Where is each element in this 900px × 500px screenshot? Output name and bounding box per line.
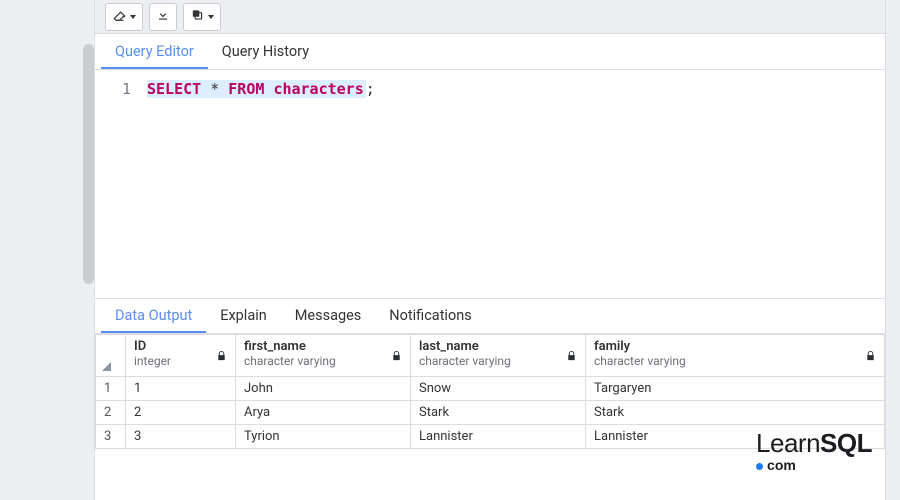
row-number: 1 [96, 377, 126, 401]
logo-text-sql: SQL [820, 428, 872, 458]
lock-icon [865, 349, 876, 362]
cell-id[interactable]: 1 [126, 377, 236, 401]
sql-identifier: characters [273, 80, 363, 98]
download-icon [156, 8, 170, 25]
logo-text-com: com [767, 457, 796, 473]
column-header-last-name[interactable]: last_name character varying [411, 335, 586, 377]
table-row[interactable]: 2 2 Arya Stark Stark [96, 401, 885, 425]
main-panel: Query Editor Query History 1 SELECT * FR… [94, 0, 886, 500]
sql-semicolon: ; [366, 80, 375, 98]
cell-last-name[interactable]: Snow [411, 377, 586, 401]
column-type: character varying [244, 354, 402, 368]
line-number-gutter: 1 [95, 70, 141, 298]
row-number: 2 [96, 401, 126, 425]
sql-keyword: SELECT [147, 80, 201, 98]
line-number: 1 [95, 80, 131, 98]
cell-first-name[interactable]: Arya [236, 401, 411, 425]
table-row[interactable]: 1 1 John Snow Targaryen [96, 377, 885, 401]
column-type: character varying [594, 354, 876, 368]
query-tab-bar: Query Editor Query History [95, 34, 885, 70]
tab-query-history[interactable]: Query History [208, 34, 323, 69]
column-type: integer [134, 354, 227, 368]
cell-family[interactable]: Stark [586, 401, 885, 425]
cell-id[interactable]: 3 [126, 425, 236, 449]
lock-icon [391, 349, 402, 362]
column-header-id[interactable]: ID integer [126, 335, 236, 377]
tab-messages[interactable]: Messages [281, 298, 376, 333]
cell-last-name[interactable]: Lannister [411, 425, 586, 449]
logo-dot-icon [756, 463, 763, 470]
learnsql-logo: LearnSQL com [756, 430, 872, 472]
code-area[interactable]: SELECT * FROM characters ; [141, 70, 885, 298]
column-name: first_name [244, 339, 402, 354]
tab-query-editor[interactable]: Query Editor [101, 34, 208, 69]
column-name: ID [134, 339, 227, 354]
cell-family[interactable]: Targaryen [586, 377, 885, 401]
tab-notifications[interactable]: Notifications [375, 298, 485, 333]
eraser-icon [112, 8, 127, 25]
sql-editor[interactable]: 1 SELECT * FROM characters ; [95, 70, 885, 298]
lock-icon [216, 349, 227, 362]
result-tab-bar: Data Output Explain Messages Notificatio… [95, 298, 885, 334]
right-gutter [886, 0, 900, 500]
chevron-down-icon [208, 15, 214, 19]
column-type: character varying [419, 354, 577, 368]
logo-text-learn: Learn [756, 428, 820, 458]
cell-first-name[interactable]: Tyrion [236, 425, 411, 449]
sql-keyword: FROM [228, 80, 264, 98]
vertical-scroll-thumb[interactable] [83, 44, 94, 284]
cell-id[interactable]: 2 [126, 401, 236, 425]
sql-operator: * [210, 80, 219, 98]
download-button[interactable] [149, 3, 177, 31]
chevron-down-icon [130, 15, 136, 19]
rownum-header[interactable] [96, 335, 126, 377]
column-header-first-name[interactable]: first_name character varying [236, 335, 411, 377]
erase-button[interactable] [105, 3, 143, 31]
copy-button[interactable] [183, 3, 221, 31]
tab-explain[interactable]: Explain [206, 298, 281, 333]
lock-icon [566, 349, 577, 362]
query-toolbar [95, 0, 885, 34]
row-number: 3 [96, 425, 126, 449]
tab-data-output[interactable]: Data Output [101, 298, 206, 333]
column-name: family [594, 339, 876, 354]
copy-icon [190, 8, 205, 25]
column-header-family[interactable]: family character varying [586, 335, 885, 377]
cell-first-name[interactable]: John [236, 377, 411, 401]
column-name: last_name [419, 339, 577, 354]
cell-last-name[interactable]: Stark [411, 401, 586, 425]
left-sidebar-gutter [0, 0, 94, 500]
